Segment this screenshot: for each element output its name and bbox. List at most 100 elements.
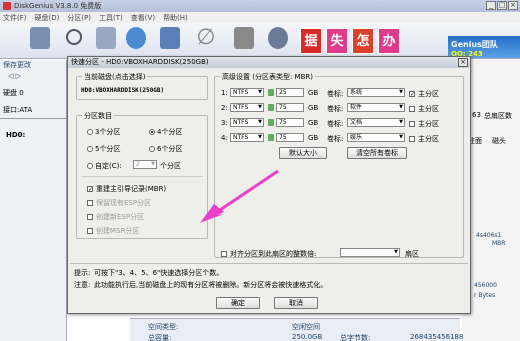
size-unit: GB bbox=[308, 134, 319, 142]
size-input[interactable]: 75 bbox=[276, 118, 304, 127]
rebuild-mbr-checkbox[interactable]: ✓ 重建主引导记录(MBR) bbox=[87, 184, 166, 194]
total-capacity-value: 250.0GB bbox=[292, 333, 323, 341]
ad-right-banner[interactable]: Genius团队 QQ: 243 bbox=[448, 36, 520, 58]
hint-text: 可按下"3、4、5、6"快速选择分区个数。 bbox=[94, 269, 224, 277]
hint-label: 提示: bbox=[74, 269, 91, 277]
current-disk-group: 当前磁盘(点击选择) HD0:VBOXHARDDISK(250GB) bbox=[76, 72, 208, 100]
new-partition-icon[interactable] bbox=[160, 27, 180, 49]
current-disk-value[interactable]: HD0:VBOXHARDDISK(250GB) bbox=[81, 87, 164, 94]
disk-size-icon bbox=[268, 104, 274, 111]
app-title: DiskGenius V3.8.0 免费版 bbox=[14, 2, 102, 10]
maximize-button[interactable]: □ bbox=[497, 1, 507, 10]
size-input[interactable]: 25 bbox=[276, 88, 304, 97]
default-size-button[interactable]: 默认大小 bbox=[279, 147, 327, 159]
delete-icon[interactable] bbox=[234, 27, 254, 49]
format-icon[interactable]: ∅ bbox=[196, 27, 216, 49]
interface-label: 接口:ATA bbox=[3, 106, 33, 114]
primary-checkbox[interactable]: 主分区 bbox=[409, 104, 439, 114]
info-value-1b: MBR bbox=[492, 240, 506, 247]
row-number: 2: bbox=[221, 104, 228, 112]
quick-partition-icon[interactable] bbox=[126, 27, 146, 49]
minimize-button[interactable]: _ bbox=[486, 1, 496, 10]
advanced-settings-label: 高级设置 (分区表类型: MBR) bbox=[220, 72, 315, 82]
align-select[interactable] bbox=[340, 248, 400, 257]
row-number: 4: bbox=[221, 134, 228, 142]
checkbox-icon bbox=[409, 121, 415, 127]
size-unit: GB bbox=[308, 119, 319, 127]
checkbox-icon bbox=[409, 106, 415, 112]
volume-label-select[interactable]: 系统 bbox=[347, 88, 405, 97]
ad-char: 怎 bbox=[352, 28, 374, 54]
space-type-label: 空间类型: bbox=[148, 323, 179, 331]
fs-select[interactable]: NTFS bbox=[230, 88, 264, 97]
menu-view[interactable]: 查看(V) bbox=[131, 13, 155, 23]
dialog-close-icon[interactable]: × bbox=[458, 58, 468, 67]
menu-partition[interactable]: 分区(P) bbox=[67, 13, 91, 23]
info-value-1: 4s406s1 bbox=[476, 232, 502, 239]
ad-right-text: Genius团队 bbox=[451, 40, 498, 49]
clear-labels-button[interactable]: 清空所有卷标 bbox=[347, 147, 407, 159]
recover-icon[interactable] bbox=[96, 27, 116, 49]
radio-4-partitions[interactable]: 4个分区 bbox=[149, 127, 182, 137]
partition-count-label: 分区数目 bbox=[82, 111, 114, 121]
info-value-2: 456000 bbox=[474, 282, 497, 289]
total-capacity-label: 总容量: bbox=[148, 334, 172, 341]
volume-label-caption: 卷标: bbox=[327, 120, 344, 128]
size-input[interactable]: 75 bbox=[276, 103, 304, 112]
volume-label-caption: 卷标: bbox=[327, 105, 344, 113]
volume-label-select[interactable]: 娱乐 bbox=[347, 133, 405, 142]
total-bytes-value: 268435456188 bbox=[410, 333, 464, 341]
backup-icon[interactable] bbox=[268, 27, 288, 49]
volume-label-select[interactable]: 文档 bbox=[347, 118, 405, 127]
search-icon[interactable] bbox=[66, 29, 82, 45]
primary-checkbox[interactable]: ✓ 主分区 bbox=[409, 89, 439, 99]
menu-help[interactable]: 帮助(H) bbox=[163, 13, 188, 23]
app-title-bar: DiskGenius V3.8.0 免费版 _ □ × bbox=[0, 0, 520, 12]
radio-5-partitions[interactable]: 5个分区 bbox=[87, 144, 120, 154]
menu-tools[interactable]: 工具(T) bbox=[99, 13, 123, 23]
custom-suffix: 个分区 bbox=[160, 162, 181, 170]
create-esp-checkbox[interactable]: 创建新ESP分区 bbox=[87, 212, 144, 222]
ok-button[interactable]: 确定 bbox=[216, 297, 260, 309]
save-icon[interactable] bbox=[30, 27, 50, 49]
radio-3-partitions[interactable]: 3个分区 bbox=[87, 127, 120, 137]
radio-icon bbox=[87, 129, 93, 135]
column-head: 磁头 bbox=[492, 137, 506, 145]
primary-checkbox[interactable]: 主分区 bbox=[409, 119, 439, 129]
advanced-settings-group: 高级设置 (分区表类型: MBR) 1: NTFS 25 GB 卷标: 系统 ✓… bbox=[214, 72, 464, 259]
fs-select[interactable]: NTFS bbox=[230, 103, 264, 112]
fs-select[interactable]: NTFS bbox=[230, 133, 264, 142]
align-checkbox[interactable]: 对齐分区到此扇区的整数倍: bbox=[221, 249, 316, 259]
checkbox-icon bbox=[87, 214, 93, 220]
row-number: 3: bbox=[221, 119, 228, 127]
align-unit: 扇区 bbox=[405, 250, 419, 258]
checkbox-icon bbox=[87, 228, 93, 234]
checkbox-checked-icon: ✓ bbox=[409, 91, 416, 98]
row-number: 1: bbox=[221, 89, 228, 97]
checkbox-icon bbox=[409, 136, 415, 142]
note-text: 此功能执行后,当前磁盘上的现有分区将被删除。新分区将会被快速格式化。 bbox=[94, 281, 328, 289]
radio-custom[interactable]: 自定(C): bbox=[87, 161, 122, 171]
size-input[interactable]: 75 bbox=[276, 133, 304, 142]
size-unit: GB bbox=[308, 89, 319, 97]
custom-count-select[interactable]: 2 bbox=[133, 160, 157, 169]
ad-char: 失 bbox=[326, 28, 348, 54]
nav-arrows-icon[interactable]: ◁ ▷ bbox=[8, 72, 21, 80]
radio-6-partitions[interactable]: 6个分区 bbox=[149, 144, 182, 154]
total-bytes-label: 总字节数: bbox=[340, 334, 371, 341]
menu-disk[interactable]: 硬盘(D) bbox=[35, 13, 60, 23]
cancel-button[interactable]: 取消 bbox=[274, 297, 318, 309]
volume-label-select[interactable]: 软件 bbox=[347, 103, 405, 112]
radio-icon bbox=[87, 146, 93, 152]
space-type-value: 空闲空间 bbox=[292, 323, 320, 331]
primary-checkbox[interactable]: 主分区 bbox=[409, 134, 439, 144]
fs-select[interactable]: NTFS bbox=[230, 118, 264, 127]
keep-esp-checkbox[interactable]: 保留现有ESP分区 bbox=[87, 198, 151, 208]
info-value-3: r Bytes bbox=[474, 292, 496, 299]
close-icon[interactable]: × bbox=[508, 1, 518, 10]
tree-item-hd0[interactable]: HD0: bbox=[6, 131, 25, 139]
menu-file[interactable]: 文件(F) bbox=[3, 13, 27, 23]
disk-size-icon bbox=[268, 89, 274, 96]
save-changes-label[interactable]: 保存更改 bbox=[3, 60, 31, 70]
create-msr-checkbox[interactable]: 创建MSR分区 bbox=[87, 226, 139, 236]
